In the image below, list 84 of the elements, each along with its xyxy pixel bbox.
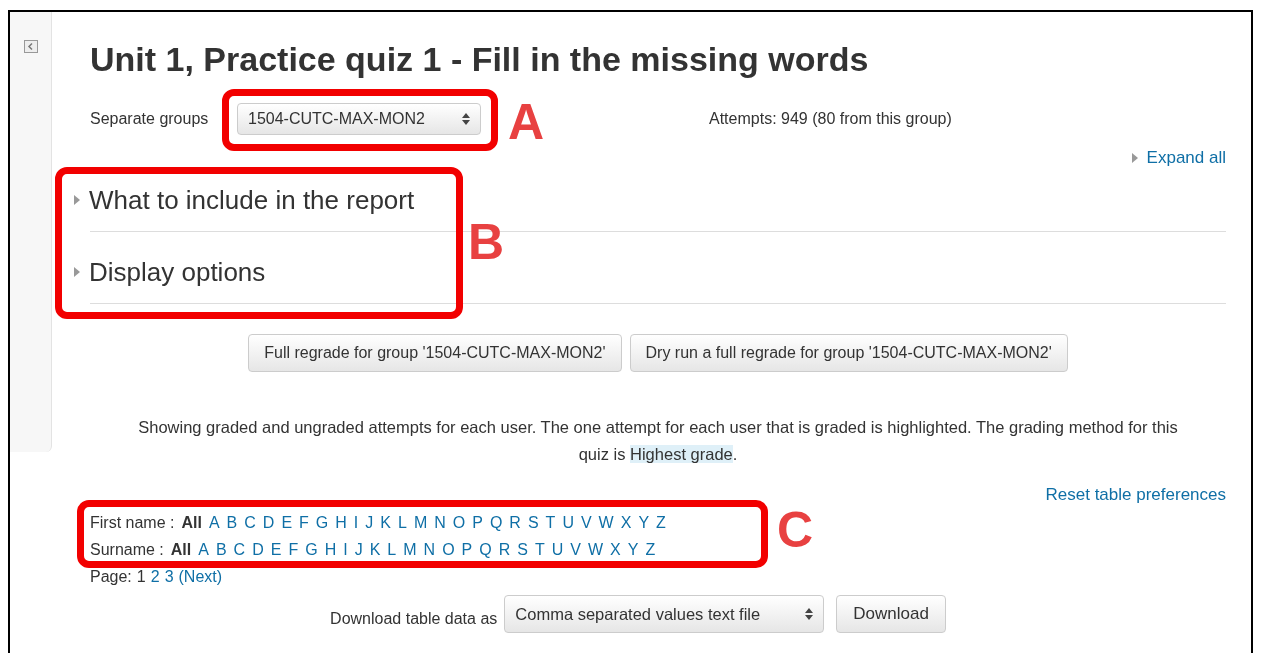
initial-link[interactable]: K — [380, 509, 391, 536]
initial-link[interactable]: L — [398, 509, 407, 536]
initial-link[interactable]: I — [353, 509, 359, 536]
initial-link[interactable]: U — [551, 536, 564, 563]
initial-link[interactable]: E — [281, 509, 293, 536]
initial-link[interactable]: S — [527, 509, 539, 536]
grading-info: Showing graded and ungraded attempts for each user. The one attempt for each user that is graded is highlighted. The grading method for this quiz is Highest grade. — [138, 416, 1178, 465]
filter-label: First name : — [90, 513, 175, 533]
initial-link[interactable]: D — [262, 509, 275, 536]
initial-link[interactable]: G — [305, 536, 318, 563]
initial-link[interactable]: N — [423, 536, 436, 563]
initial-link[interactable]: W — [587, 536, 604, 563]
initial-link[interactable]: J — [365, 509, 374, 536]
initial-link[interactable]: T — [545, 509, 556, 536]
initial-link[interactable]: D — [252, 536, 264, 563]
initial-link[interactable]: Y — [627, 536, 639, 563]
initial-link[interactable]: F — [299, 509, 309, 536]
initial-link[interactable]: Z — [656, 509, 666, 536]
initial-link[interactable]: P — [472, 509, 483, 536]
attempts-count: Attempts: 949 (80 from this group) — [709, 109, 952, 129]
initial-link[interactable]: Q — [489, 509, 503, 536]
initial-link[interactable]: V — [580, 509, 592, 536]
initial-link[interactable]: M — [403, 536, 417, 563]
filter-label: Surname : — [90, 540, 164, 560]
initial-link[interactable]: Z — [645, 536, 656, 563]
initial-link[interactable]: G — [315, 509, 329, 536]
initial-link[interactable]: H — [335, 509, 347, 536]
initial-link[interactable]: X — [610, 536, 621, 563]
section-header[interactable]: Display options — [73, 252, 266, 292]
page-link[interactable]: 3 — [164, 565, 174, 589]
initial-link[interactable]: M — [413, 509, 428, 536]
initial-link[interactable]: All — [181, 509, 202, 536]
caret-right-icon — [73, 194, 81, 206]
updown-arrows-icon — [805, 607, 814, 621]
initial-link[interactable]: P — [461, 536, 473, 563]
annotation-letter: A — [508, 93, 545, 152]
initial-link[interactable]: B — [215, 536, 227, 563]
annotation-letter: C — [777, 501, 814, 560]
initial-link[interactable]: F — [288, 536, 299, 563]
download-button[interactable]: Download — [836, 595, 946, 633]
initial-link[interactable]: Q — [479, 536, 492, 563]
initial-link[interactable]: I — [343, 536, 348, 563]
initial-link[interactable]: O — [452, 509, 466, 536]
regrade-button[interactable]: Full regrade for group '1504-CUTC-MAX-MON2' — [248, 333, 622, 372]
updown-arrows-icon — [462, 112, 470, 126]
initial-link[interactable]: V — [570, 536, 581, 563]
download-label: Download table data as — [330, 609, 498, 629]
page-title: Unit 1, Practice quiz 1 - Fill in the missing words — [90, 39, 870, 80]
format-select[interactable]: Comma separated values text file — [504, 595, 825, 633]
collapse-icon[interactable] — [23, 40, 38, 53]
initial-link[interactable]: L — [387, 536, 397, 563]
expand-all-link[interactable]: Expand all — [1146, 145, 1226, 171]
initial-link[interactable]: J — [354, 536, 363, 563]
initial-link[interactable]: K — [369, 536, 381, 563]
initial-link[interactable]: T — [534, 536, 545, 563]
initial-link[interactable]: X — [620, 509, 632, 536]
initial-link[interactable]: Y — [638, 509, 650, 536]
initial-link[interactable]: N — [434, 509, 446, 536]
initial-link[interactable]: A — [198, 536, 209, 563]
section-header[interactable]: What to include in the report — [73, 180, 415, 220]
initial-link[interactable]: R — [498, 536, 511, 563]
next-page-link[interactable]: (Next) — [178, 565, 223, 589]
caret-right-icon — [1130, 151, 1139, 164]
group-select[interactable]: 1504-CUTC-MAX-MON2 — [237, 103, 481, 135]
initial-link[interactable]: B — [226, 509, 238, 536]
annotation-letter: B — [468, 213, 505, 272]
initial-link[interactable]: A — [208, 509, 220, 536]
page-link[interactable]: 2 — [150, 565, 160, 589]
initial-link[interactable]: O — [442, 536, 455, 563]
initial-link[interactable]: C — [244, 509, 256, 536]
initial-link[interactable]: C — [233, 536, 246, 563]
initial-link[interactable]: H — [324, 536, 337, 563]
initial-link[interactable]: E — [270, 536, 282, 563]
regrade-button[interactable]: Dry run a full regrade for group '1504-CUTC-MAX-MON2' — [629, 333, 1068, 372]
reset-preferences-link[interactable]: Reset table preferences — [1045, 481, 1226, 507]
page-link[interactable]: 1 — [136, 565, 146, 589]
group-label: Separate groups — [90, 109, 210, 129]
initial-link[interactable]: R — [509, 509, 521, 536]
initial-link[interactable]: S — [517, 536, 528, 563]
initial-link[interactable]: U — [562, 509, 574, 536]
page-label: Page: — [90, 567, 132, 587]
caret-right-icon — [73, 266, 81, 278]
initial-link[interactable]: W — [598, 509, 614, 536]
initial-link[interactable]: All — [170, 536, 192, 563]
